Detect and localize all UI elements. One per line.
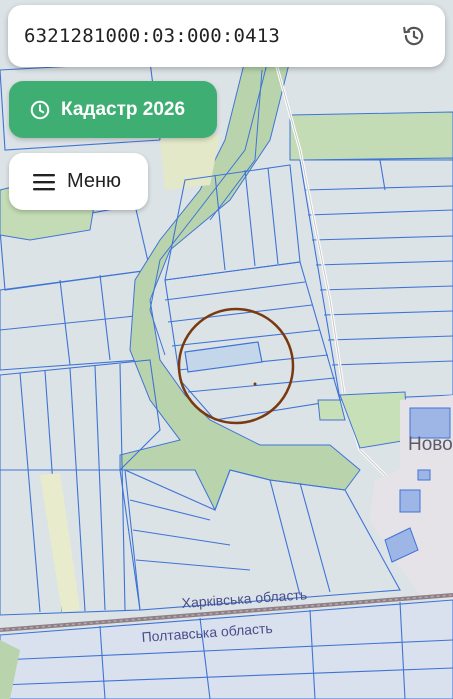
cadastre-year-label: Кадастр 2026: [61, 98, 186, 120]
green-area-north: [289, 111, 453, 161]
menu-label: Меню: [67, 170, 122, 192]
history-icon: [403, 26, 424, 46]
search-input[interactable]: 6321281000:03:000:0413: [24, 25, 397, 47]
menu-button[interactable]: Меню: [9, 153, 148, 210]
location-marker-dot: [253, 382, 257, 386]
cadastral-search-bar[interactable]: 6321281000:03:000:0413: [8, 5, 445, 67]
clock-icon: [30, 100, 50, 119]
history-button[interactable]: [397, 19, 431, 53]
hamburger-icon: [33, 173, 55, 190]
place-label: Ново: [408, 434, 453, 455]
cadastre-year-button[interactable]: Кадастр 2026: [9, 81, 217, 138]
